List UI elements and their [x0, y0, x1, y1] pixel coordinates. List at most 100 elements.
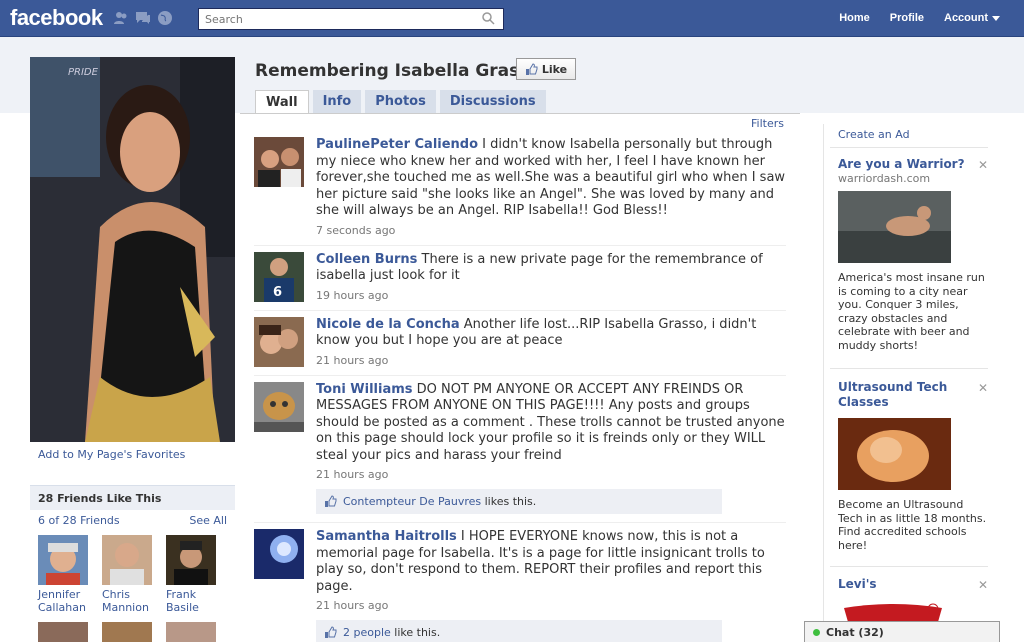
friends-subheader: 6 of 28 Friends See All [30, 510, 235, 531]
tab-discussions[interactable]: Discussions [439, 90, 546, 113]
online-status-icon [813, 628, 820, 636]
friend-avatar[interactable] [102, 535, 152, 585]
nav-profile[interactable]: Profile [890, 12, 924, 24]
liker-link[interactable]: 2 people [343, 626, 391, 639]
wall-post: Nicole de la Concha Another life lost...… [254, 311, 786, 376]
ad-title[interactable]: Ultrasound Tech Classes [838, 380, 988, 410]
friend-requests-icon[interactable] [113, 10, 129, 26]
friend-name[interactable]: Chris Mannion [102, 588, 152, 614]
search-icon[interactable] [482, 12, 495, 25]
divider [830, 147, 988, 148]
ad-levis[interactable]: Levi's ✕ [838, 577, 988, 622]
ad-image[interactable] [838, 602, 948, 622]
likes-suffix: likes this. [481, 495, 537, 508]
post-avatar[interactable] [254, 381, 304, 432]
friends-like-heading: 28 Friends Like This [30, 486, 235, 510]
post-avatar[interactable] [254, 137, 304, 187]
notification-jewels [113, 10, 173, 26]
wall-post: Samantha Haitrolls I HOPE EVERYONE knows… [254, 523, 786, 642]
divider [830, 368, 988, 369]
nav-home[interactable]: Home [839, 12, 870, 24]
tab-info[interactable]: Info [312, 90, 362, 113]
top-nav: Home Profile Account [839, 12, 1000, 24]
wall-post: Toni Williams DO NOT PM ANYONE OR ACCEPT… [254, 376, 786, 523]
chat-bar[interactable]: Chat (32) [804, 621, 1000, 642]
ad-image[interactable] [838, 191, 951, 263]
post-likes: 2 people like this. [316, 620, 722, 642]
tab-wall[interactable]: Wall [255, 90, 309, 114]
wall-post: 6 Colleen Burns There is a new private p… [254, 246, 786, 311]
nav-account[interactable]: Account [944, 12, 1000, 24]
post-text: Nicole de la Concha Another life lost...… [316, 317, 786, 350]
search-input[interactable] [199, 9, 469, 29]
ad-warrior[interactable]: Are you a Warrior? ✕ warriordash.com Ame… [838, 157, 988, 352]
friend-item[interactable]: Frank Basile [166, 535, 216, 614]
friends-count-link[interactable]: 6 of 28 Friends [38, 514, 120, 527]
wall-feed: PaulinePeter Caliendo I didn't know Isab… [254, 131, 786, 642]
post-avatar[interactable] [254, 529, 304, 579]
tab-photos[interactable]: Photos [365, 90, 436, 113]
like-button-label: Like [541, 62, 568, 76]
post-timestamp[interactable]: 7 seconds ago [316, 224, 786, 237]
friend-row-partial [30, 618, 235, 642]
post-timestamp[interactable]: 21 hours ago [316, 468, 786, 481]
facebook-logo[interactable]: facebook [10, 5, 103, 31]
close-icon[interactable]: ✕ [978, 578, 988, 592]
friend-avatar[interactable] [166, 535, 216, 585]
post-timestamp[interactable]: 19 hours ago [316, 289, 786, 302]
friend-item[interactable]: Chris Mannion [102, 535, 152, 614]
ad-title[interactable]: Levi's [838, 577, 988, 592]
ad-body: America's most insane run is coming to a… [838, 271, 985, 352]
notifications-globe-icon[interactable] [157, 10, 173, 26]
ad-ultrasound[interactable]: Ultrasound Tech Classes ✕ Become an Ultr… [838, 380, 988, 552]
ad-title[interactable]: Are you a Warrior? [838, 157, 988, 172]
add-to-favorites-link[interactable]: Add to My Page's Favorites [38, 448, 185, 461]
post-text: Toni Williams DO NOT PM ANYONE OR ACCEPT… [316, 382, 786, 465]
friend-avatar[interactable] [166, 622, 216, 642]
see-all-link[interactable]: See All [189, 514, 227, 527]
thumbs-up-icon [325, 626, 337, 638]
friend-name[interactable]: Jennifer Callahan [38, 588, 88, 614]
ad-body: Become an Ultrasound Tech in as little 1… [838, 498, 987, 552]
post-avatar[interactable] [254, 316, 304, 367]
ad-image[interactable] [838, 418, 951, 490]
friend-avatar[interactable] [38, 535, 88, 585]
svg-text:PRIDE: PRIDE [68, 67, 99, 78]
like-button[interactable]: Like [516, 58, 576, 80]
messages-icon[interactable] [135, 10, 151, 26]
tab-divider [240, 113, 800, 114]
post-author[interactable]: PaulinePeter Caliendo [316, 137, 478, 152]
svg-text:6: 6 [273, 285, 282, 300]
filters-link[interactable]: Filters [751, 117, 784, 130]
post-text: PaulinePeter Caliendo I didn't know Isab… [316, 137, 786, 220]
search-box [198, 8, 504, 30]
profile-picture[interactable]: PRIDE [30, 57, 235, 442]
friend-avatar[interactable] [102, 622, 152, 642]
page-tabs: Wall Info Photos Discussions [255, 90, 546, 114]
liker-link[interactable]: Contempteur De Pauvres [343, 495, 481, 508]
post-author[interactable]: Toni Williams [316, 382, 413, 397]
friends-like-this-box: 28 Friends Like This 6 of 28 Friends See… [30, 485, 235, 642]
friend-item[interactable]: Jennifer Callahan [38, 535, 88, 614]
post-author[interactable]: Nicole de la Concha [316, 317, 460, 332]
chevron-down-icon [992, 15, 1000, 21]
thumbs-up-icon [525, 62, 538, 75]
post-avatar[interactable]: 6 [254, 251, 304, 302]
friend-name[interactable]: Frank Basile [166, 588, 216, 614]
divider [830, 566, 988, 567]
post-author[interactable]: Samantha Haitrolls [316, 529, 457, 544]
top-bar: facebook Home Profile Account [0, 0, 1024, 37]
thumbs-up-icon [325, 495, 337, 507]
post-timestamp[interactable]: 21 hours ago [316, 354, 786, 367]
post-text: Colleen Burns There is a new private pag… [316, 252, 786, 285]
friend-avatar[interactable] [38, 622, 88, 642]
post-author[interactable]: Colleen Burns [316, 252, 417, 267]
create-ad-link[interactable]: Create an Ad [838, 128, 910, 141]
friend-grid: Jennifer Callahan Chris Mannion Frank Basil… [30, 531, 235, 618]
close-icon[interactable]: ✕ [978, 158, 988, 172]
close-icon[interactable]: ✕ [978, 381, 988, 395]
wall-post: PaulinePeter Caliendo I didn't know Isab… [254, 131, 786, 246]
likes-suffix: like this. [390, 626, 441, 639]
post-text: Samantha Haitrolls I HOPE EVERYONE knows… [316, 529, 786, 595]
post-timestamp[interactable]: 21 hours ago [316, 599, 786, 612]
